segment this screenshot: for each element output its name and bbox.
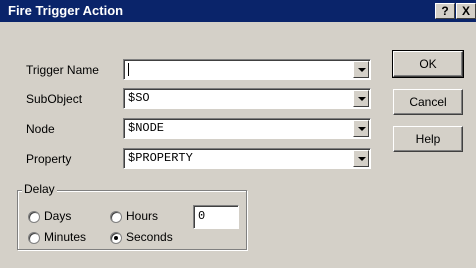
minutes-radio[interactable]: [28, 232, 40, 244]
close-button[interactable]: X: [456, 3, 476, 19]
help-title-button[interactable]: ?: [435, 3, 455, 19]
days-label: Days: [44, 209, 72, 223]
subobject-combo[interactable]: $SO: [123, 88, 371, 109]
delay-value-input[interactable]: 0: [193, 205, 239, 229]
node-combo[interactable]: $NODE: [123, 118, 371, 139]
title-bar[interactable]: Fire Trigger Action ? X: [0, 0, 476, 22]
window-title: Fire Trigger Action: [8, 3, 124, 18]
node-label: Node: [26, 122, 55, 136]
chevron-down-icon[interactable]: [353, 61, 369, 78]
text-caret: [128, 63, 129, 76]
help-button[interactable]: Help: [393, 126, 463, 152]
node-value: $NODE: [128, 121, 165, 135]
delay-group-title: Delay: [22, 182, 57, 196]
trigger-name-combo[interactable]: [123, 59, 371, 80]
property-combo[interactable]: $PROPERTY: [123, 148, 371, 169]
trigger-name-label: Trigger Name: [26, 63, 99, 77]
chevron-down-icon[interactable]: [353, 120, 369, 137]
subobject-value: $SO: [128, 91, 150, 105]
seconds-radio[interactable]: [110, 232, 122, 244]
cancel-button[interactable]: Cancel: [393, 89, 463, 115]
subobject-label: SubObject: [26, 92, 83, 106]
property-value: $PROPERTY: [128, 151, 193, 165]
minutes-label: Minutes: [44, 230, 87, 244]
chevron-down-icon[interactable]: [353, 150, 369, 167]
property-label: Property: [26, 152, 72, 166]
chevron-down-icon[interactable]: [353, 90, 369, 107]
ok-button[interactable]: OK: [392, 50, 464, 78]
fire-trigger-action-dialog: Fire Trigger Action ? X Trigger Name Sub…: [0, 0, 476, 268]
hours-label: Hours: [126, 209, 159, 223]
delay-value: 0: [198, 209, 206, 223]
hours-radio[interactable]: [110, 211, 122, 223]
days-radio[interactable]: [28, 211, 40, 223]
seconds-label: Seconds: [126, 230, 173, 244]
